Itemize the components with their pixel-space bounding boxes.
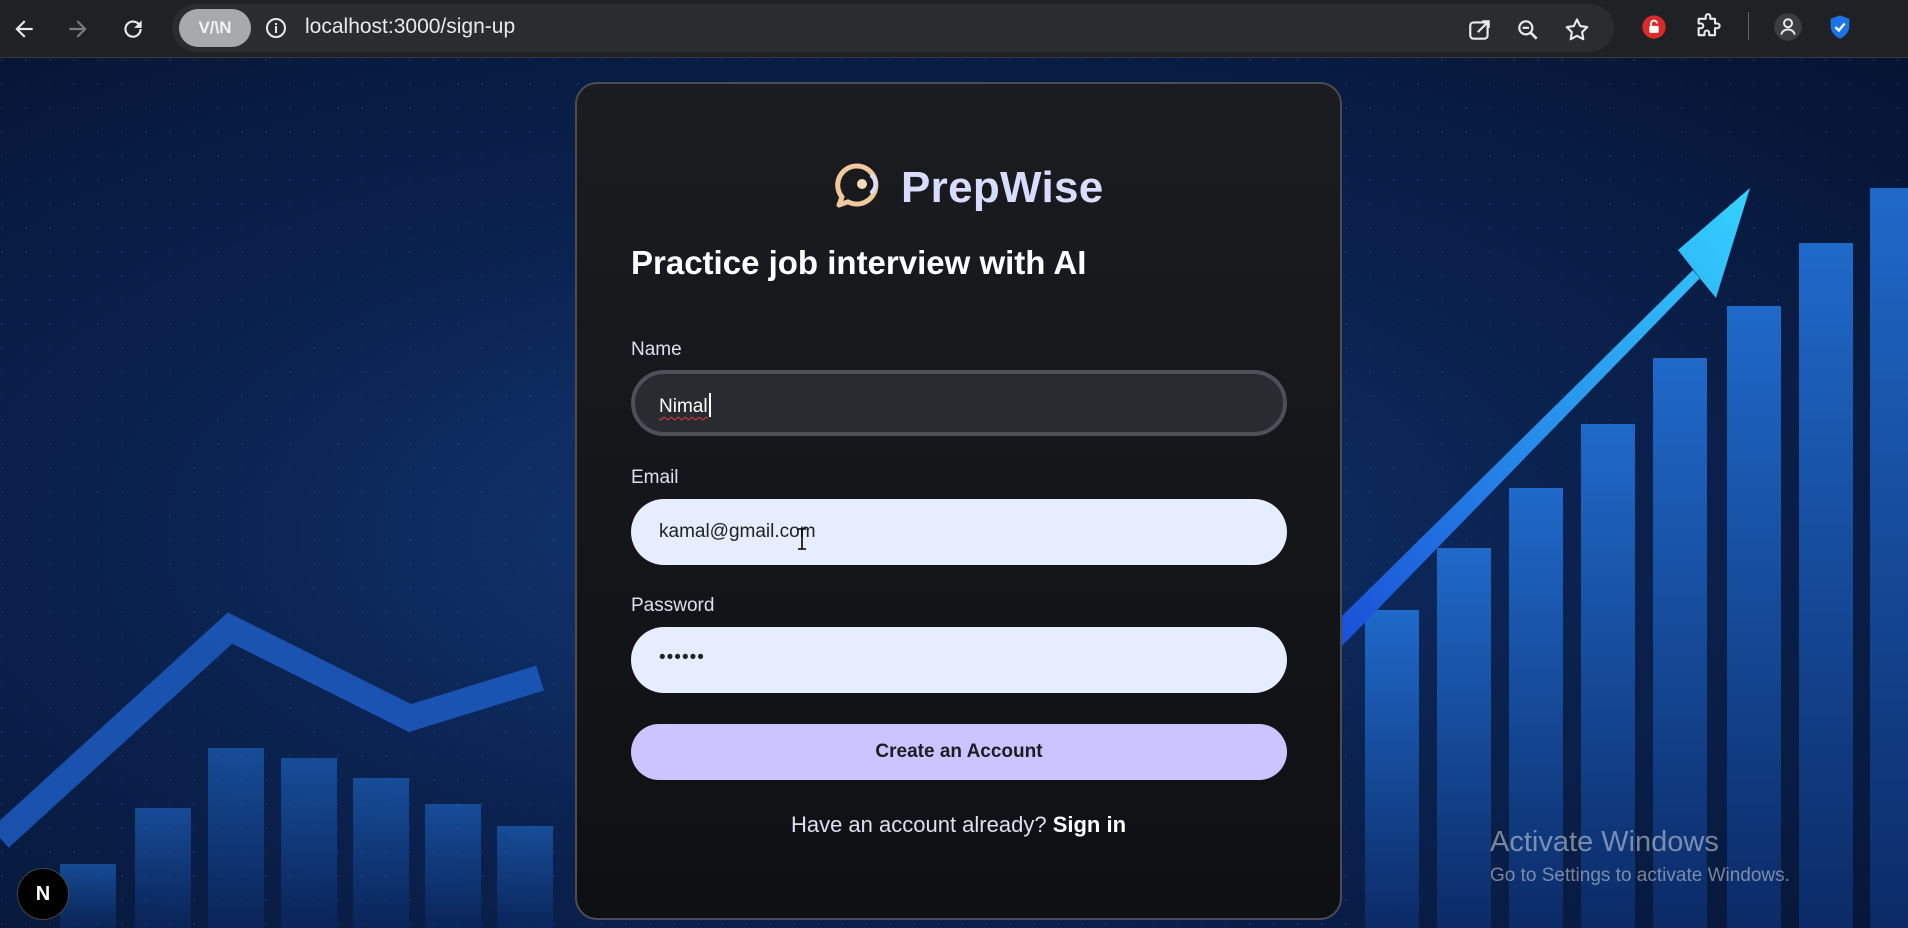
forward-icon[interactable] xyxy=(58,9,98,49)
name-input[interactable]: Nimal xyxy=(631,370,1287,436)
brand-logo: PrepWise xyxy=(835,162,1104,213)
email-input-value: kamal@gmail.com xyxy=(659,521,816,542)
bookmark-star-icon[interactable] xyxy=(1560,13,1594,47)
vpn-badge[interactable]: V/\N xyxy=(179,9,251,47)
address-bar[interactable]: V/\N localhost:3000/sign-up xyxy=(172,4,1614,52)
url-text[interactable]: localhost:3000/sign-up xyxy=(305,15,515,39)
lock-extension-icon[interactable] xyxy=(1636,9,1672,45)
puzzle-icon[interactable] xyxy=(1690,9,1726,45)
signin-prompt-text: Have an account already? xyxy=(790,812,1047,837)
zoom-icon[interactable] xyxy=(1511,13,1545,47)
reload-icon[interactable] xyxy=(113,9,153,49)
signup-card: PrepWise Practice job interview with AI … xyxy=(575,82,1342,920)
browser-toolbar: V/\N localhost:3000/sign-up xyxy=(0,0,1908,58)
email-input[interactable]: kamal@gmail.com xyxy=(631,499,1287,565)
back-icon[interactable] xyxy=(4,9,44,49)
create-account-button[interactable]: Create an Account xyxy=(631,724,1287,780)
watermark-title: Activate Windows xyxy=(1490,826,1719,858)
ibeam-cursor-icon xyxy=(796,528,808,555)
password-input[interactable]: •••••• xyxy=(631,627,1287,693)
password-label: Password xyxy=(631,595,715,616)
signin-link[interactable]: Sign in xyxy=(1053,812,1126,837)
share-icon[interactable] xyxy=(1463,13,1497,47)
signin-prompt: Have an account already? Sign in xyxy=(577,812,1340,838)
name-label: Name xyxy=(631,339,682,360)
site-info-icon[interactable] xyxy=(259,11,293,45)
text-caret xyxy=(708,393,711,417)
password-input-value: •••••• xyxy=(659,647,705,668)
nextjs-dev-badge[interactable]: N xyxy=(17,868,69,920)
page-heading: Practice job interview with AI xyxy=(631,244,1087,281)
nextjs-badge-letter: N xyxy=(35,882,51,905)
shield-check-icon[interactable] xyxy=(1822,9,1858,45)
chat-bubble-logo-icon xyxy=(835,162,889,213)
toolbar-separator xyxy=(1748,12,1749,40)
profile-icon[interactable] xyxy=(1770,9,1806,45)
vpn-label: V/\N xyxy=(198,18,232,37)
name-input-value: Nimal xyxy=(659,396,708,417)
windows-activation-watermark: Activate Windows Go to Settings to activ… xyxy=(1490,826,1790,887)
email-label: Email xyxy=(631,467,679,488)
watermark-subtitle: Go to Settings to activate Windows. xyxy=(1490,865,1790,886)
brand-name: PrepWise xyxy=(901,162,1104,212)
